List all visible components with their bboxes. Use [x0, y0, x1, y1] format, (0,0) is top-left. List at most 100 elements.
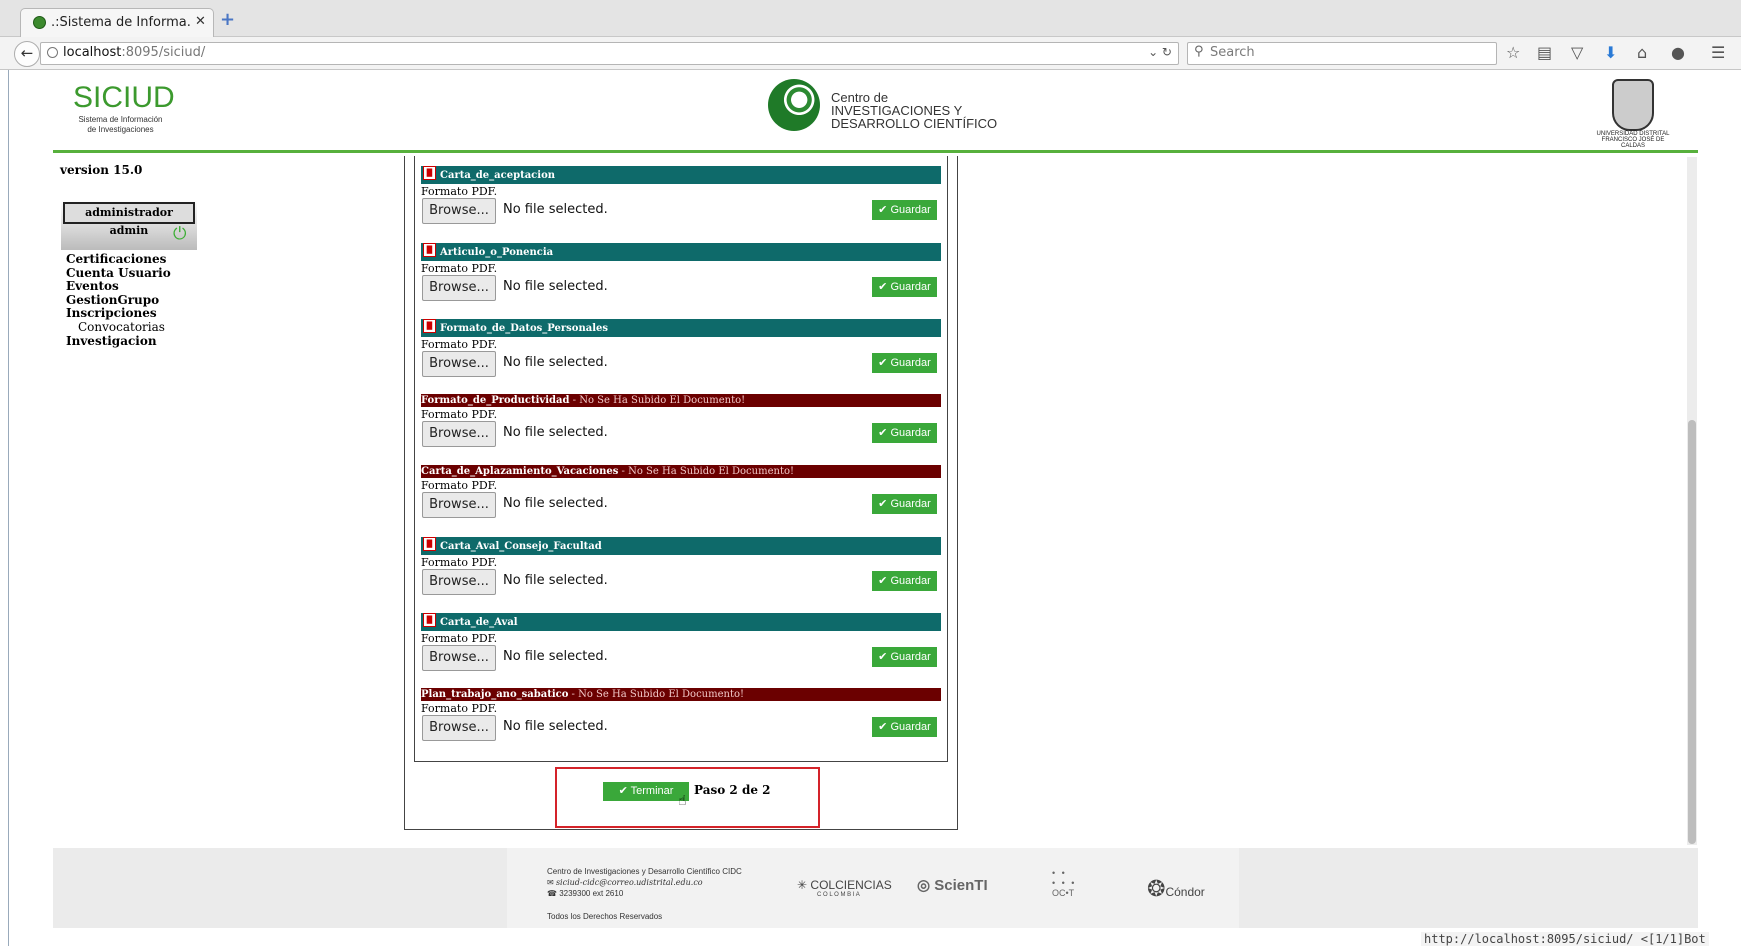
save-button[interactable]: ✔ Guardar: [872, 277, 937, 297]
file-status: No file selected.: [503, 425, 608, 440]
home-icon[interactable]: ⌂: [1637, 43, 1647, 62]
mail-icon: ✉: [547, 878, 554, 887]
cidc-text: Centro de INVESTIGACIONES Y DESARROLLO C…: [831, 90, 998, 131]
browse-button[interactable]: Browse...: [422, 275, 496, 301]
file-status: No file selected.: [503, 719, 608, 734]
file-status: No file selected.: [503, 202, 608, 217]
footer-card: Centro de Investigaciones y Desarrollo C…: [507, 848, 1239, 928]
hamburger-menu-icon[interactable]: ☰: [1711, 43, 1725, 62]
step-indicator: Paso 2 de 2: [694, 783, 771, 797]
menu-item-convocatorias[interactable]: Convocatorias: [66, 320, 171, 335]
file-status: No file selected.: [503, 496, 608, 511]
condor-bird-icon: ❂: [1147, 876, 1166, 901]
chat-icon[interactable]: ●: [1671, 43, 1685, 62]
save-button[interactable]: ✔ Guardar: [872, 717, 937, 737]
siciud-logo[interactable]: SICIUD Sistema de Información de Investi…: [73, 81, 175, 135]
footer-contact: Centro de Investigaciones y Desarrollo C…: [547, 866, 742, 922]
browse-button[interactable]: Browse...: [422, 351, 496, 377]
document-title-bar: █ Formato_de_Datos_Personales: [421, 319, 941, 337]
siciud-title: SICIUD: [73, 81, 175, 114]
document-row: Formato_de_Productividad - No Se Ha Subi…: [421, 394, 941, 464]
globe-icon: [47, 47, 58, 58]
document-title-bar: █ Carta_de_Aval: [421, 613, 941, 631]
search-placeholder: Search: [1210, 45, 1255, 60]
pdf-icon: █: [423, 166, 436, 180]
file-status: No file selected.: [503, 355, 608, 370]
status-bar-url: http://localhost:8095/siciud/ <[1/1]Bot: [1421, 932, 1709, 946]
format-label: Formato PDF.: [421, 262, 498, 275]
document-title-bar: █ Articulo_o_Ponencia: [421, 243, 941, 261]
side-menu: Certificaciones Cuenta Usuario Eventos G…: [66, 252, 171, 349]
scrollbar-thumb[interactable]: [1688, 420, 1696, 844]
document-row: Carta_de_Aplazamiento_Vacaciones - No Se…: [421, 465, 941, 535]
search-input[interactable]: ⚲ Search: [1187, 42, 1497, 65]
file-status: No file selected.: [503, 573, 608, 588]
format-label: Formato PDF.: [421, 185, 498, 198]
browse-button[interactable]: Browse...: [422, 569, 496, 595]
siciud-subtitle-1: Sistema de Información: [78, 115, 163, 124]
university-crest: UNIVERSIDAD DISTRITAL FRANCISCO JOSÉ DE …: [1593, 79, 1673, 149]
favicon-icon: [33, 16, 46, 29]
finish-button[interactable]: ✔ Terminar: [603, 782, 689, 801]
document-name: Articulo_o_Ponencia: [440, 247, 554, 258]
menu-item-cuenta-usuario[interactable]: Cuenta Usuario: [66, 266, 171, 281]
menu-item-inscripciones[interactable]: Inscripciones: [66, 307, 171, 321]
menu-item-gestiongrupo[interactable]: GestionGrupo: [66, 293, 171, 308]
menu-item-investigacion[interactable]: Investigacion: [66, 334, 171, 349]
menu-item-eventos[interactable]: Eventos: [66, 280, 171, 294]
format-label: Formato PDF.: [421, 479, 498, 492]
save-button[interactable]: ✔ Guardar: [872, 494, 937, 514]
pointer-cursor-icon: ☝: [678, 793, 687, 809]
search-icon: ⚲: [1194, 44, 1204, 59]
colciencias-logo: ✳ COLCIENCIAS C O L O M B I A: [797, 878, 892, 898]
document-row: █ Carta_de_aceptacion Formato PDF. Browse..…: [421, 166, 941, 236]
reading-list-icon[interactable]: ▤: [1537, 43, 1552, 62]
dots-icon: • • • • •: [1052, 868, 1077, 888]
browse-button[interactable]: Browse...: [422, 645, 496, 671]
footer-org: Centro de Investigaciones y Desarrollo C…: [547, 867, 742, 876]
new-tab-button[interactable]: +: [220, 9, 235, 30]
bookmark-star-icon[interactable]: ☆: [1506, 43, 1520, 62]
document-name: Formato_de_Productividad: [421, 395, 570, 406]
browse-button[interactable]: Browse...: [422, 492, 496, 518]
address-bar[interactable]: localhost:8095/siciud/ ⌄ ↻: [40, 42, 1179, 65]
footer-rights: Todos los Derechos Reservados: [547, 912, 663, 921]
browse-button[interactable]: Browse...: [422, 715, 496, 741]
close-tab-icon[interactable]: ✕: [195, 14, 206, 29]
document-name: Formato_de_Datos_Personales: [440, 323, 608, 334]
browse-button[interactable]: Browse...: [422, 421, 496, 447]
url-text: localhost:8095/siciud/: [63, 45, 206, 60]
site-header: SICIUD Sistema de Información de Investi…: [53, 73, 1698, 153]
document-row: █ Articulo_o_Ponencia Formato PDF. Browse..…: [421, 243, 941, 313]
document-title-bar: Carta_de_Aplazamiento_Vacaciones - No Se…: [421, 465, 941, 478]
document-name: Plan_trabajo_ano_sabatico: [421, 689, 569, 700]
pocket-icon[interactable]: ▽: [1571, 43, 1583, 62]
footer-email[interactable]: siciud-cidc@correo.udistrital.edu.co: [556, 878, 703, 887]
browser-tab-bar: .:Sistema de Informa... ✕ +: [0, 0, 1741, 37]
menu-item-certificaciones[interactable]: Certificaciones: [66, 252, 171, 267]
document-row: █ Carta_Aval_Consejo_Facultad Formato PDF.…: [421, 537, 941, 607]
browse-button[interactable]: Browse...: [422, 198, 496, 224]
file-status: No file selected.: [503, 279, 608, 294]
save-button[interactable]: ✔ Guardar: [872, 200, 937, 220]
browser-tab[interactable]: .:Sistema de Informa... ✕: [20, 8, 214, 37]
version-label: version 15.0: [60, 163, 143, 177]
user-panel: administrador admin ⏻: [61, 200, 197, 250]
format-label: Formato PDF.: [421, 632, 498, 645]
reload-icon[interactable]: ⌄ ↻: [1148, 45, 1172, 59]
siciud-subtitle-2: de Investigaciones: [87, 125, 154, 134]
download-icon[interactable]: ⬇: [1604, 43, 1617, 62]
user-name: administrador admin: [63, 202, 195, 237]
scienti-logo: ◎ ScienTI: [917, 877, 988, 894]
document-name: Carta_de_Aplazamiento_Vacaciones: [421, 466, 619, 477]
save-button[interactable]: ✔ Guardar: [872, 423, 937, 443]
save-button[interactable]: ✔ Guardar: [872, 353, 937, 373]
document-row: █ Formato_de_Datos_Personales Formato PDF.…: [421, 319, 941, 389]
save-button[interactable]: ✔ Guardar: [872, 571, 937, 591]
document-warning: - No Se Ha Subido El Documento!: [618, 466, 794, 477]
footer-phone: 3239300 ext 2610: [559, 889, 624, 898]
save-button[interactable]: ✔ Guardar: [872, 647, 937, 667]
logout-power-icon[interactable]: ⏻: [173, 226, 189, 243]
back-button[interactable]: ←: [14, 41, 40, 67]
pdf-icon: █: [423, 319, 436, 333]
